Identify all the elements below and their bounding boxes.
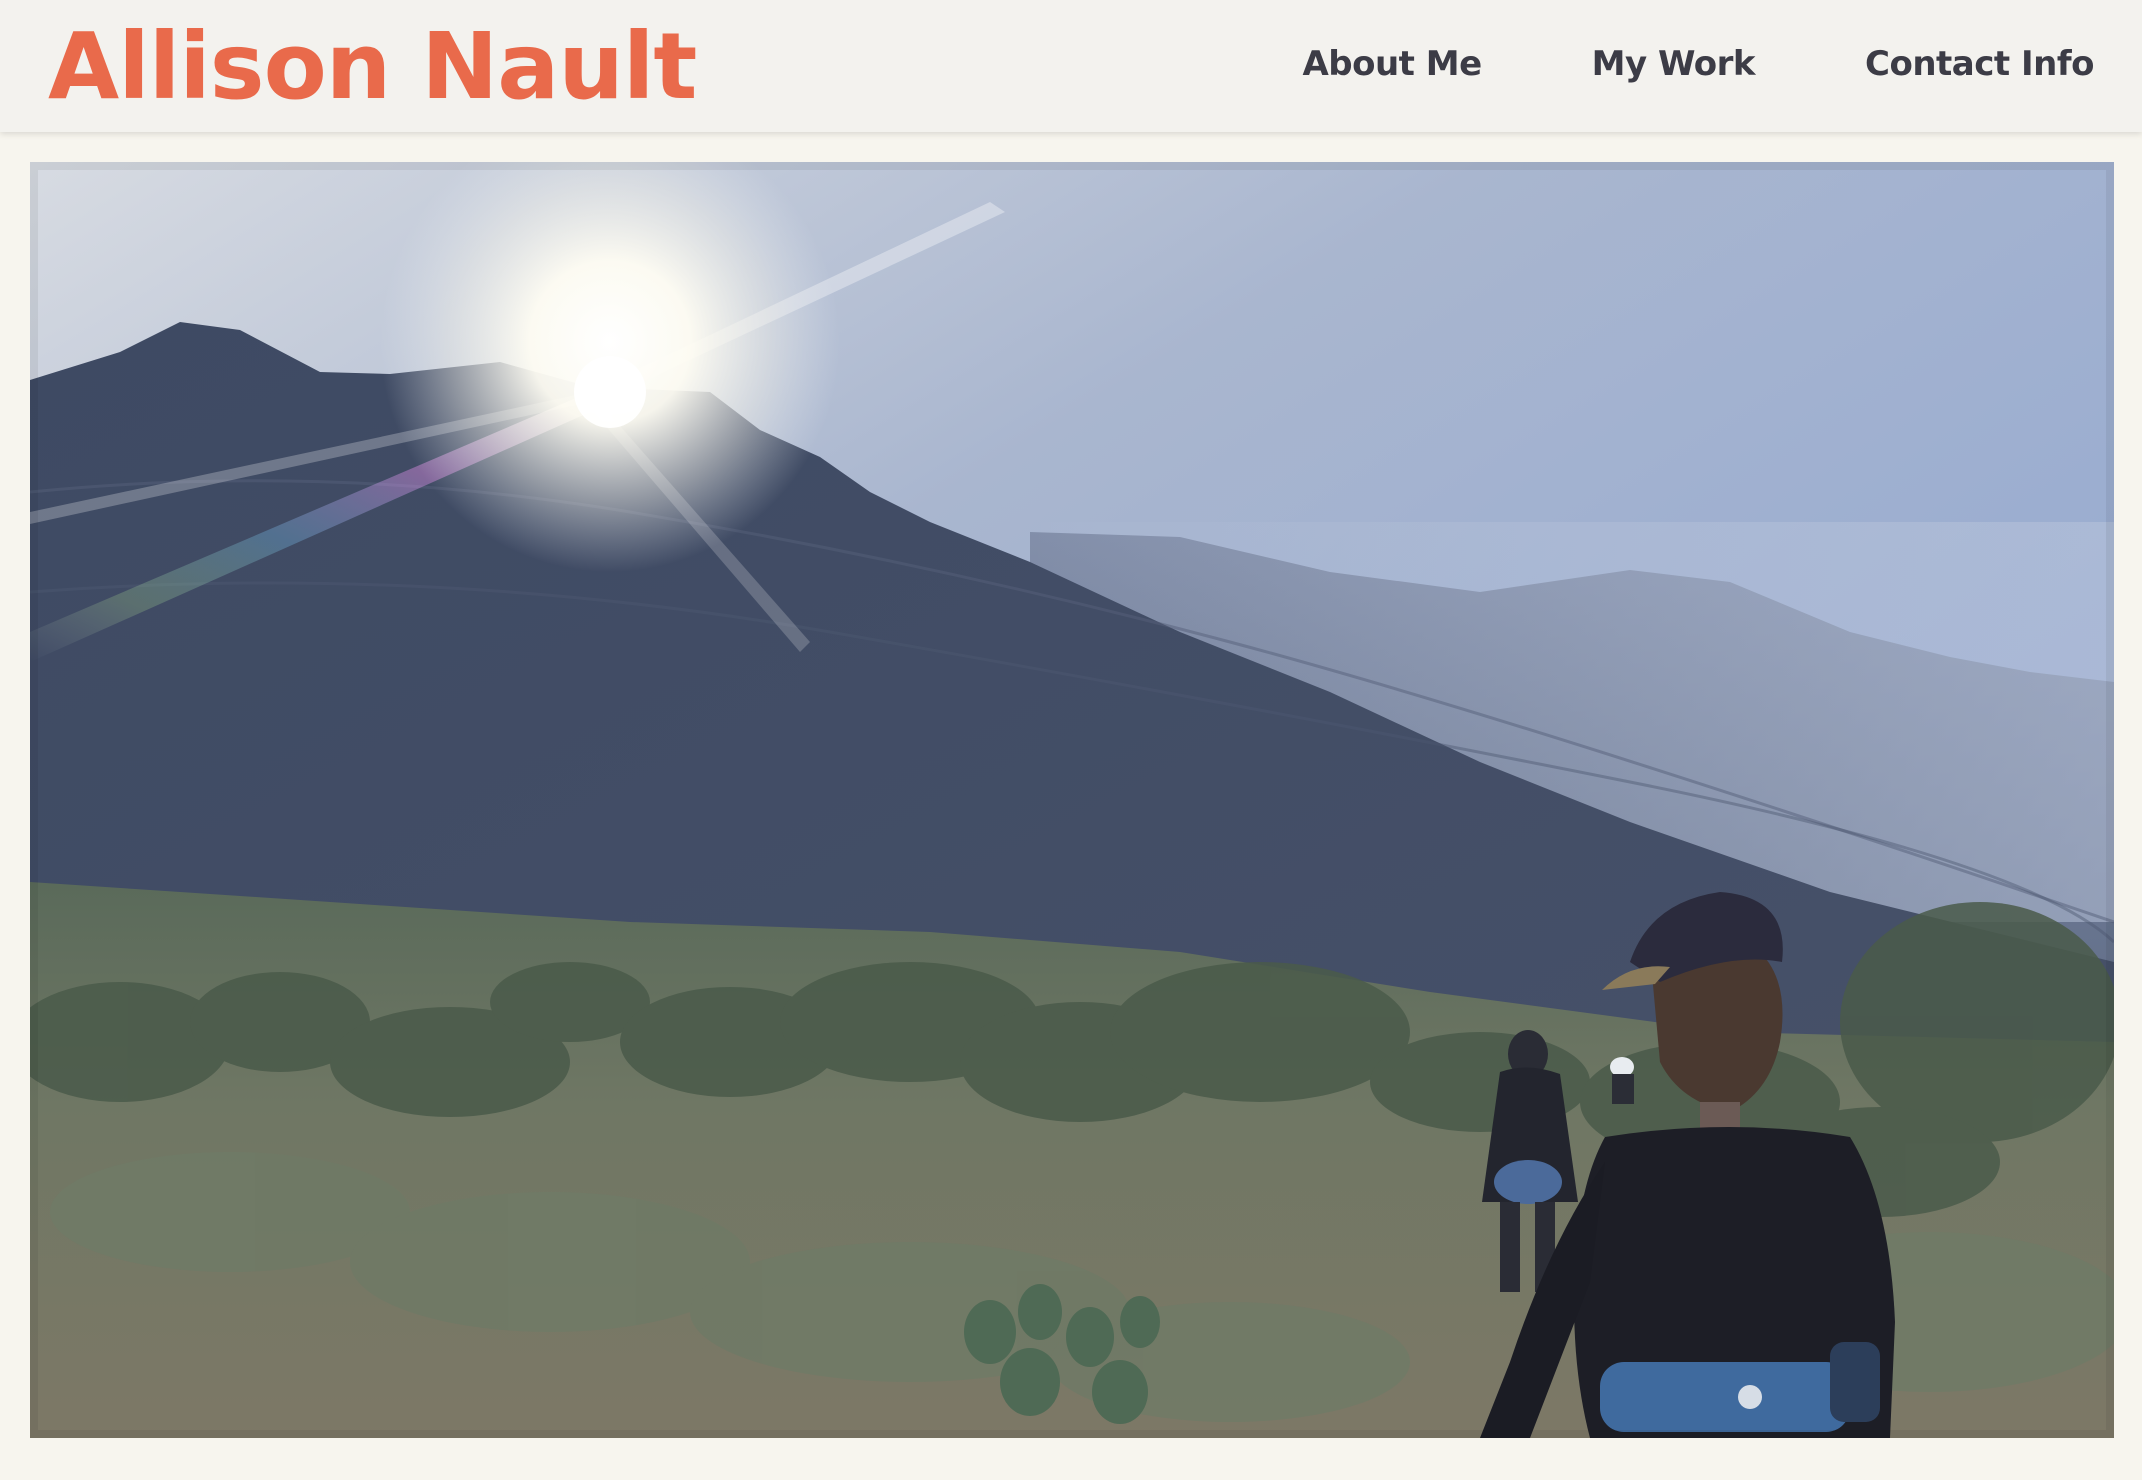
hero-photo-illustration xyxy=(30,162,2114,1438)
hero-photo xyxy=(30,162,2114,1438)
nav-contact-info[interactable]: Contact Info xyxy=(1865,44,2094,84)
nav-my-work[interactable]: My Work xyxy=(1592,44,1756,84)
page: Allison Nault About Me My Work Contact I… xyxy=(0,0,2142,1480)
main-nav: About Me My Work Contact Info xyxy=(1302,44,2094,84)
far-hiker-cap xyxy=(1610,1057,1634,1104)
page-bottom-band xyxy=(0,1446,2142,1480)
site-header: Allison Nault About Me My Work Contact I… xyxy=(0,0,2142,132)
site-title-link[interactable]: Allison Nault xyxy=(48,14,697,120)
sun xyxy=(574,356,646,428)
nav-about-me[interactable]: About Me xyxy=(1302,44,1482,84)
blue-waist-pack xyxy=(1600,1362,1850,1432)
